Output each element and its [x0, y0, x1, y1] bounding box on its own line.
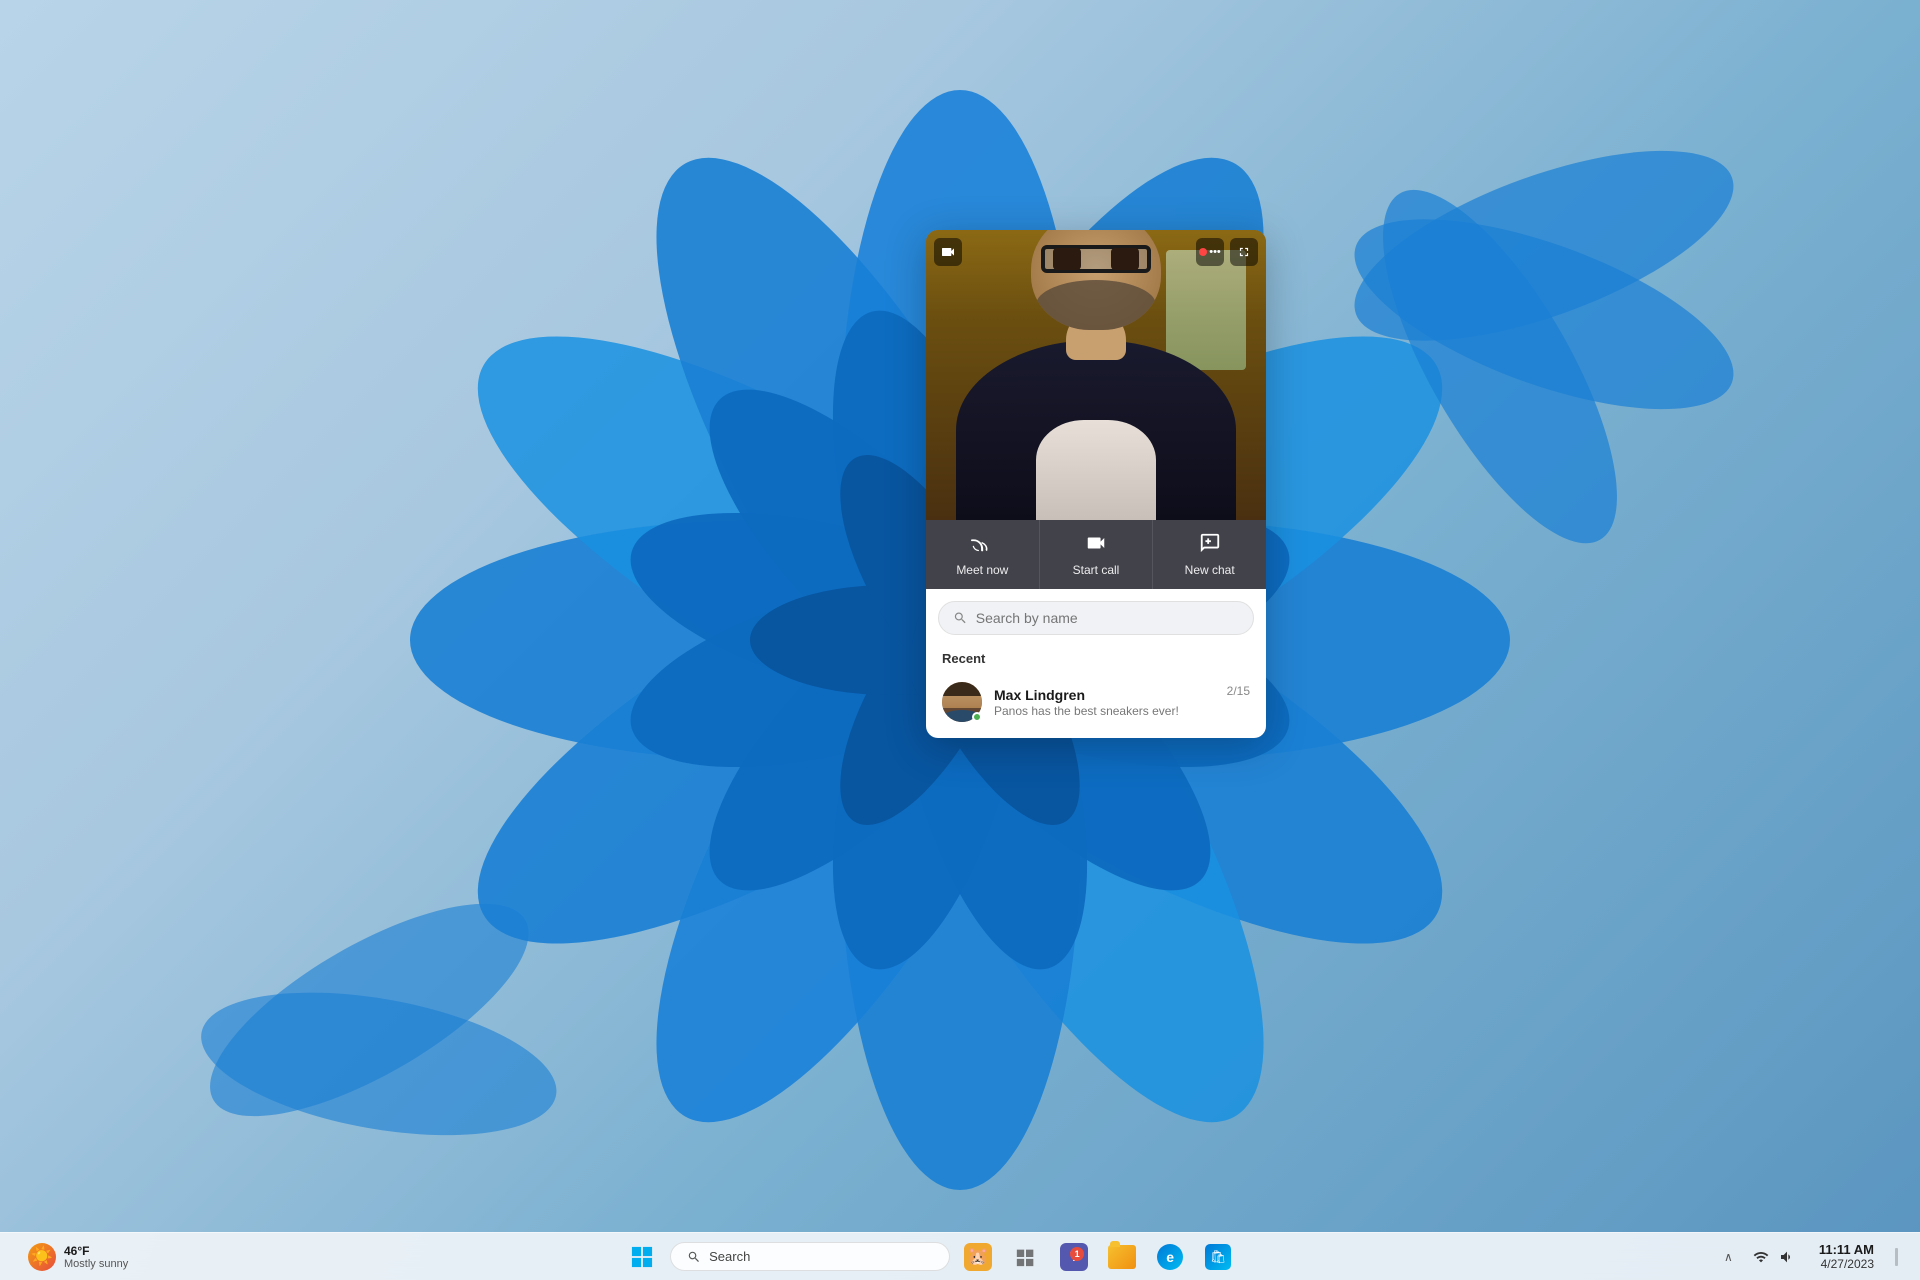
camera-icon [934, 238, 962, 266]
video-feed [926, 230, 1266, 520]
contact-name: Max Lindgren [994, 687, 1215, 703]
folder-tab [1110, 1241, 1120, 1247]
file-explorer-icon [1108, 1245, 1136, 1269]
task-view-icon [1015, 1246, 1037, 1268]
show-desktop-button[interactable] [1888, 1245, 1904, 1269]
online-status-indicator [972, 712, 982, 722]
taskbar-left: ☀️ 46°F Mostly sunny [16, 1239, 140, 1275]
contact-avatar-wrap [942, 682, 982, 722]
notification-chevron[interactable]: ∧ [1720, 1246, 1737, 1268]
action-bar: Meet now Start call New chat [926, 520, 1266, 589]
expand-button[interactable] [1230, 238, 1258, 266]
taskbar-app-teams[interactable]: T 1 [1054, 1237, 1094, 1277]
start-call-icon [1085, 532, 1107, 559]
system-icons[interactable] [1743, 1245, 1805, 1269]
contact-info: Max Lindgren Panos has the best sneakers… [994, 687, 1215, 718]
person-shirt [1036, 420, 1156, 520]
start-call-label: Start call [1073, 563, 1120, 577]
search-by-name-input[interactable] [976, 610, 1239, 626]
taskbar: ☀️ 46°F Mostly sunny [0, 1232, 1920, 1280]
taskbar-center: Search 🐹 T 1 e [140, 1237, 1720, 1277]
clock-time: 11:11 AM [1819, 1242, 1874, 1257]
name-search-icon [953, 610, 968, 626]
background-plant [1166, 250, 1246, 370]
clock-date: 4/27/2023 [1819, 1257, 1874, 1271]
meet-now-label: Meet now [956, 563, 1008, 577]
wifi-icon [1753, 1249, 1769, 1265]
contact-item[interactable]: Max Lindgren Panos has the best sneakers… [938, 674, 1254, 730]
meet-now-button[interactable]: Meet now [926, 520, 1040, 589]
weather-widget[interactable]: ☀️ 46°F Mostly sunny [16, 1239, 140, 1275]
edge-app-icon: e [1157, 1244, 1183, 1270]
system-clock[interactable]: 11:11 AM 4/27/2023 [1811, 1240, 1882, 1273]
taskbar-app-task-view[interactable] [1006, 1237, 1046, 1277]
windows-logo-icon [631, 1246, 653, 1268]
taskbar-app-store[interactable]: 🛍 [1198, 1237, 1238, 1277]
teams-notification-badge: 1 [1070, 1247, 1084, 1261]
contact-time: 2/15 [1227, 684, 1250, 698]
person-beard [1036, 280, 1156, 330]
desktop: ••• Meet now [0, 0, 1920, 1280]
volume-icon [1779, 1249, 1795, 1265]
store-app-icon: 🛍 [1205, 1244, 1231, 1270]
start-button[interactable] [622, 1237, 662, 1277]
more-options-button[interactable]: ••• [1196, 238, 1224, 266]
recording-indicator [1199, 248, 1207, 256]
new-chat-label: New chat [1185, 563, 1235, 577]
weather-text: 46°F Mostly sunny [64, 1244, 128, 1270]
contact-last-message: Panos has the best sneakers ever! [994, 704, 1215, 718]
name-search-container[interactable] [938, 601, 1254, 635]
teams-app-icon: T 1 [1060, 1243, 1088, 1271]
new-chat-icon [1199, 532, 1221, 559]
taskbar-search-icon [687, 1250, 701, 1264]
taskbar-app-edge[interactable]: e [1150, 1237, 1190, 1277]
video-top-right-controls: ••• [1196, 238, 1258, 266]
weather-temperature: 46°F [64, 1244, 128, 1258]
video-top-bar: ••• [934, 238, 1258, 266]
meet-now-icon [971, 532, 993, 559]
taskbar-app-hamster[interactable]: 🐹 [958, 1237, 998, 1277]
video-preview: ••• [926, 230, 1266, 520]
recent-section: Recent [926, 643, 1266, 738]
taskbar-right: ∧ 11:11 AM 4/27/2023 [1720, 1240, 1904, 1273]
more-dots: ••• [1209, 246, 1221, 258]
taskbar-search-bar[interactable]: Search [670, 1242, 950, 1271]
weather-description: Mostly sunny [64, 1258, 128, 1270]
show-desktop-indicator [1895, 1248, 1898, 1266]
taskbar-search-text: Search [709, 1249, 750, 1264]
search-section [926, 589, 1266, 643]
teams-panel: ••• Meet now [926, 230, 1266, 738]
hamster-app-icon: 🐹 [964, 1243, 992, 1271]
recent-label: Recent [938, 651, 1254, 666]
weather-icon: ☀️ [28, 1243, 56, 1271]
taskbar-app-file-explorer[interactable] [1102, 1237, 1142, 1277]
start-call-button[interactable]: Start call [1040, 520, 1154, 589]
avatar-hair [942, 682, 982, 696]
new-chat-button[interactable]: New chat [1153, 520, 1266, 589]
